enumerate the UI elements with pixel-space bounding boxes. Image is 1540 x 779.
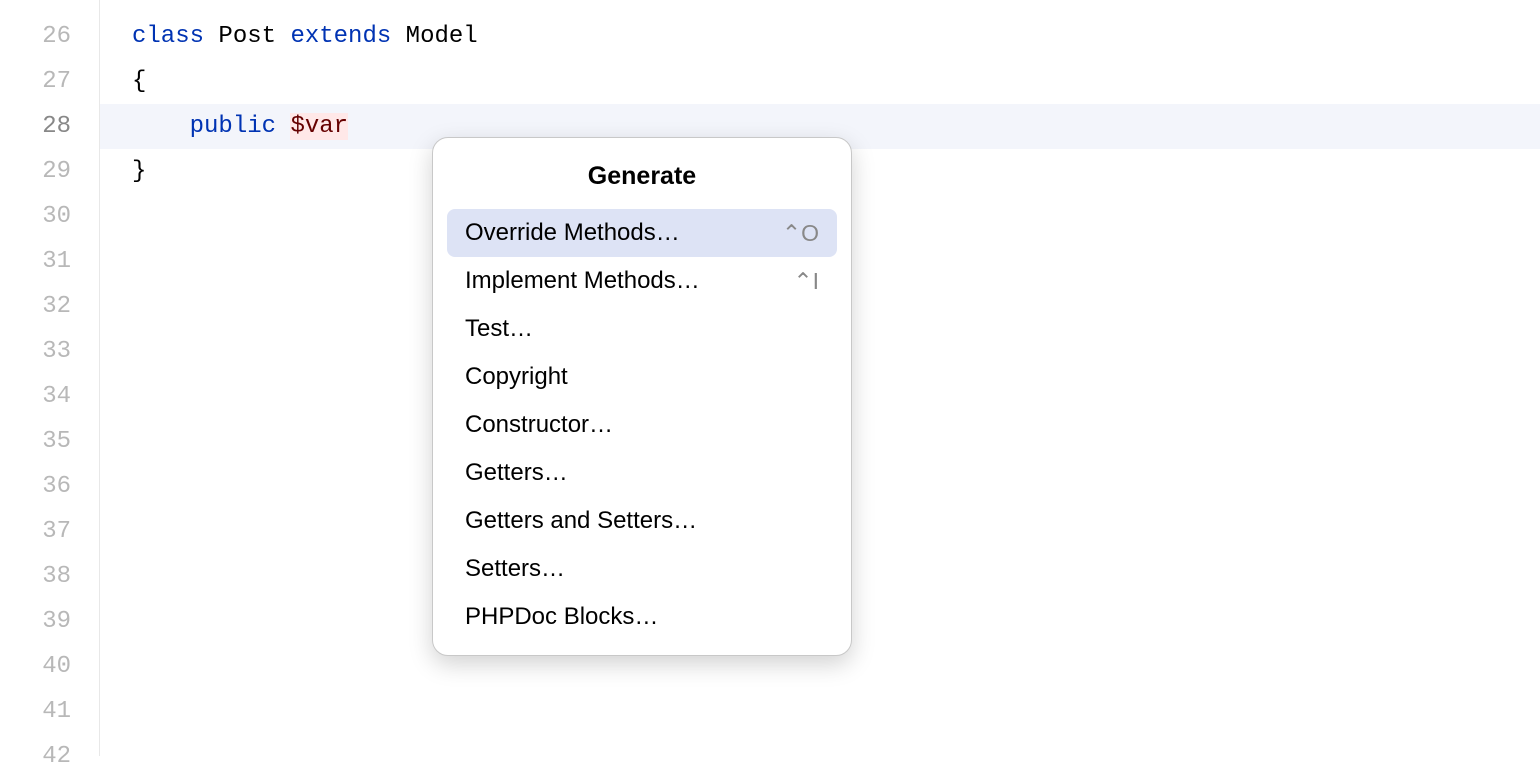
line-number[interactable]: 28 — [0, 104, 71, 149]
line-number[interactable]: 26 — [0, 14, 71, 59]
keyword-extends: extends — [290, 23, 391, 50]
menu-item-implement-methods[interactable]: Implement Methods… ⌃I — [447, 257, 837, 305]
line-number[interactable]: 42 — [0, 734, 71, 779]
menu-item-label: Implement Methods… — [465, 267, 700, 295]
menu-item-label: Override Methods… — [465, 219, 680, 247]
menu-item-setters[interactable]: Setters… — [447, 545, 837, 593]
line-number[interactable]: 41 — [0, 689, 71, 734]
brace-open: { — [132, 68, 146, 95]
line-number[interactable]: 33 — [0, 329, 71, 374]
keyword-class: class — [132, 23, 204, 50]
gutter: 26 27 28 29 30 31 32 33 34 35 36 37 38 3… — [0, 0, 100, 756]
menu-item-copyright[interactable]: Copyright — [447, 353, 837, 401]
menu-item-label: PHPDoc Blocks… — [465, 603, 658, 631]
menu-item-label: Getters… — [465, 459, 568, 487]
brace-close: } — [132, 158, 146, 185]
line-number[interactable]: 29 — [0, 149, 71, 194]
line-number[interactable]: 36 — [0, 464, 71, 509]
menu-item-label: Getters and Setters… — [465, 507, 697, 535]
class-name: Post — [204, 23, 290, 50]
menu-item-label: Setters… — [465, 555, 565, 583]
keyword-public: public — [190, 113, 276, 140]
menu-item-shortcut: ⌃O — [782, 220, 819, 247]
menu-item-label: Copyright — [465, 363, 568, 391]
line-number[interactable]: 35 — [0, 419, 71, 464]
generate-popup: Generate Override Methods… ⌃O Implement … — [432, 137, 852, 656]
line-number[interactable]: 31 — [0, 239, 71, 284]
line-number[interactable]: 30 — [0, 194, 71, 239]
code-line-26[interactable]: class Post extends Model — [100, 14, 1540, 59]
line-number[interactable]: 40 — [0, 644, 71, 689]
menu-item-test[interactable]: Test… — [447, 305, 837, 353]
line-number[interactable]: 32 — [0, 284, 71, 329]
code-line-27[interactable]: { — [100, 59, 1540, 104]
menu-item-override-methods[interactable]: Override Methods… ⌃O — [447, 209, 837, 257]
parent-class: Model — [391, 23, 477, 50]
line-number[interactable]: 27 — [0, 59, 71, 104]
menu-item-label: Constructor… — [465, 411, 613, 439]
line-number[interactable]: 39 — [0, 599, 71, 644]
menu-item-getters[interactable]: Getters… — [447, 449, 837, 497]
line-number[interactable]: 37 — [0, 509, 71, 554]
menu-item-label: Test… — [465, 315, 533, 343]
indent — [132, 113, 190, 140]
menu-item-shortcut: ⌃I — [793, 268, 819, 295]
variable-var: $var — [290, 113, 348, 140]
code-area[interactable]: class Post extends Model { public $var }… — [100, 0, 1540, 756]
menu-item-constructor[interactable]: Constructor… — [447, 401, 837, 449]
menu-item-getters-setters[interactable]: Getters and Setters… — [447, 497, 837, 545]
menu-item-phpdoc-blocks[interactable]: PHPDoc Blocks… — [447, 593, 837, 641]
code-editor: 26 27 28 29 30 31 32 33 34 35 36 37 38 3… — [0, 0, 1540, 756]
line-number[interactable]: 34 — [0, 374, 71, 419]
space — [276, 113, 290, 140]
popup-title: Generate — [447, 152, 837, 209]
line-number[interactable]: 38 — [0, 554, 71, 599]
